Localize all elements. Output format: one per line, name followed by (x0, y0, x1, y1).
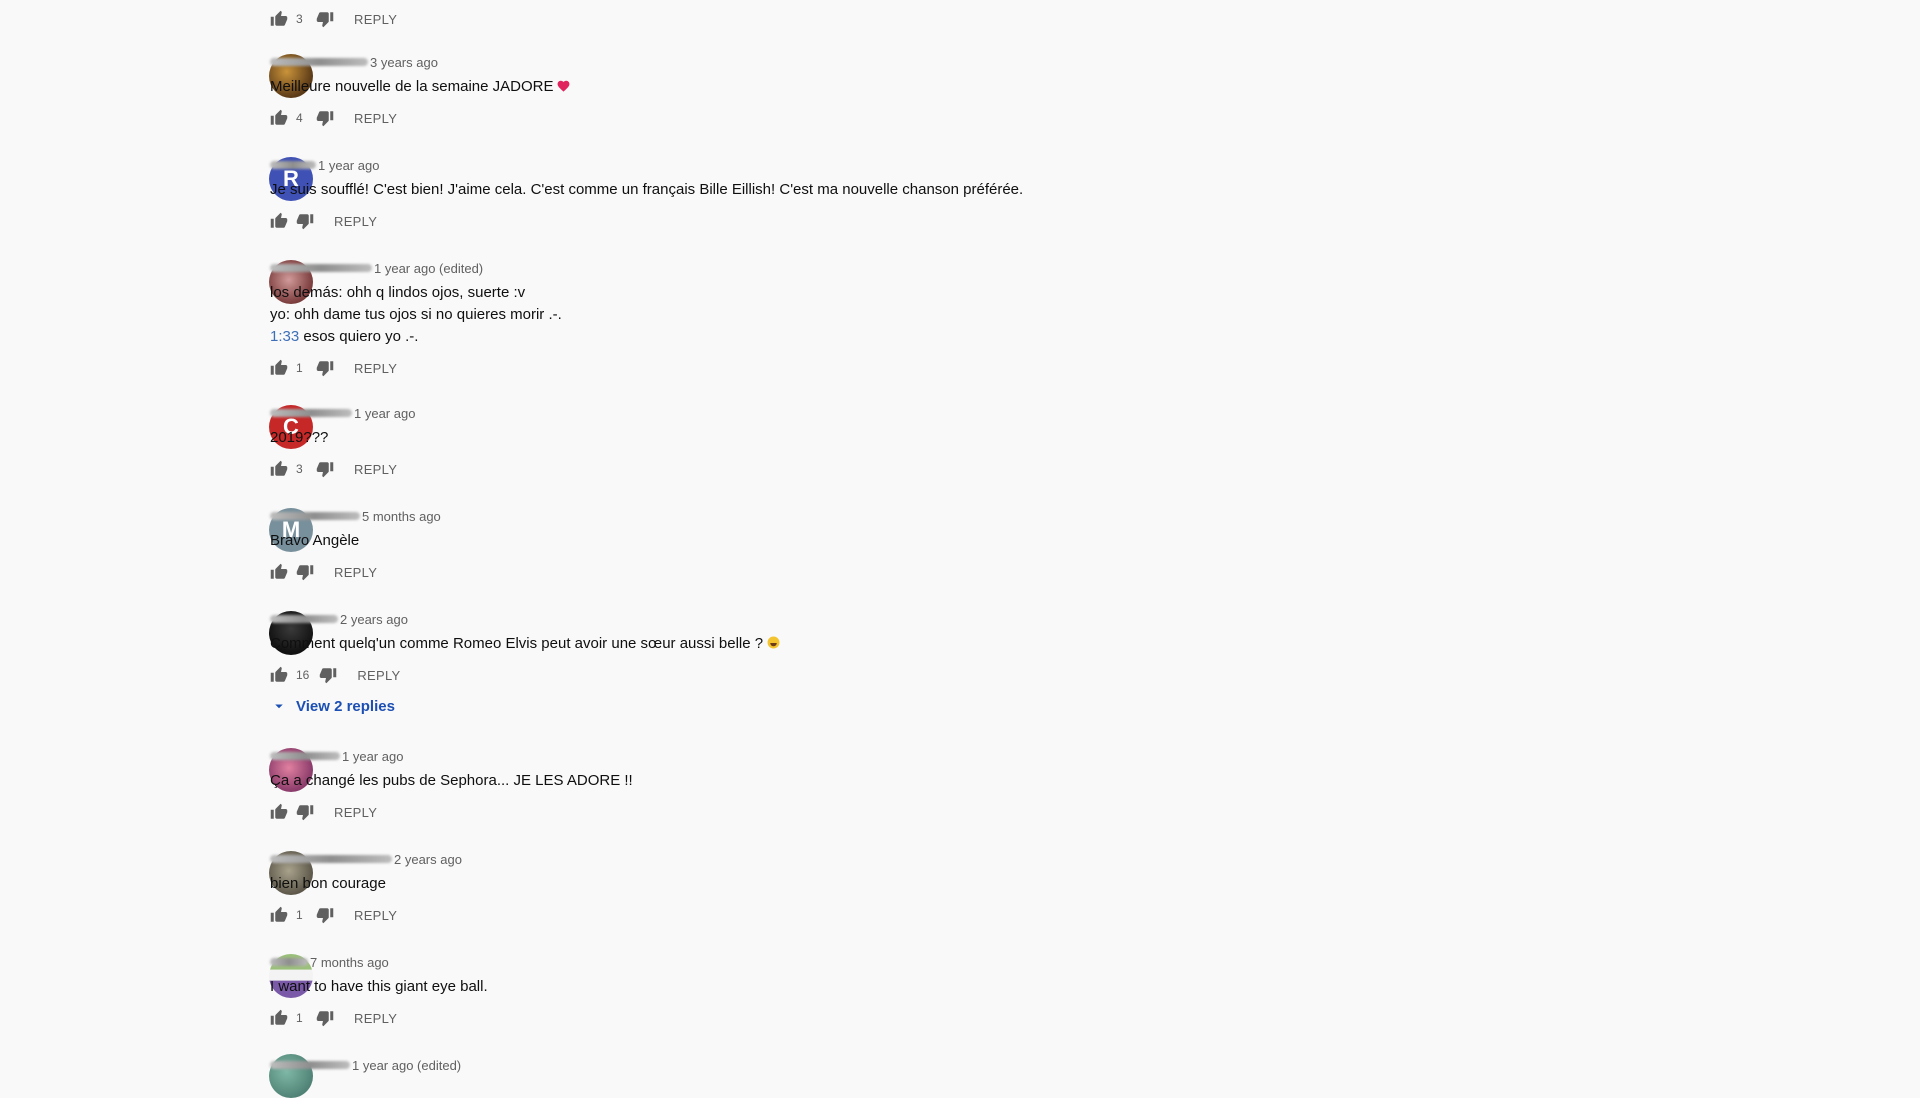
thumb-down-icon[interactable] (319, 666, 337, 684)
comment-actions: 4 REPLY (270, 104, 1490, 132)
thumb-up-icon[interactable] (270, 359, 288, 377)
comment-meta: 2 years ago (270, 849, 1490, 869)
thumb-up-icon[interactable] (270, 803, 288, 821)
author-name[interactable] (270, 1061, 350, 1069)
reply-button[interactable]: REPLY (334, 214, 377, 229)
like-count: 1 (296, 361, 303, 375)
comment-time[interactable]: 7 months ago (310, 955, 389, 970)
reply-button[interactable]: REPLY (354, 361, 397, 376)
author-name[interactable] (270, 615, 338, 623)
thumb-up-icon[interactable] (270, 666, 288, 684)
comment-actions: 1 REPLY (270, 354, 1490, 382)
comment-meta: 2 years ago (270, 609, 1490, 629)
thumb-up-icon[interactable] (270, 1009, 288, 1027)
comment-text: 2019??? (270, 429, 329, 446)
like-count: 1 (296, 1011, 303, 1025)
author-name[interactable] (270, 161, 316, 169)
comment-actions: 1 REPLY (270, 1004, 1490, 1032)
thumb-down-icon[interactable] (296, 563, 314, 581)
comment-meta: 1 year ago (edited) (270, 258, 1490, 278)
caret-down-icon (270, 697, 288, 715)
thumb-up-icon[interactable] (270, 460, 288, 478)
thumb-up-icon[interactable] (270, 10, 288, 28)
comment-time[interactable]: 5 months ago (362, 509, 441, 524)
comment-meta: 3 years ago (270, 52, 1490, 72)
comment-time[interactable]: 2 years ago (394, 852, 462, 867)
comment-text: Bravo Angèle (270, 532, 360, 549)
reply-button[interactable]: REPLY (354, 1011, 397, 1026)
comment-time[interactable]: 1 year ago (318, 158, 379, 173)
reply-button[interactable]: REPLY (334, 805, 377, 820)
timestamp-link[interactable]: 1:33 (270, 328, 299, 345)
reply-button[interactable]: REPLY (354, 111, 397, 126)
thumb-down-icon[interactable] (316, 460, 334, 478)
author-name[interactable] (270, 409, 352, 417)
comment-meta: 1 year ago (edited) (270, 1055, 1490, 1075)
author-name[interactable] (270, 752, 340, 760)
reply-button[interactable]: REPLY (357, 668, 400, 683)
comment-meta: 1 year ago (270, 403, 1490, 423)
reply-button[interactable]: REPLY (354, 12, 397, 27)
like-count: 3 (296, 12, 303, 26)
comment-text: bien bon courage (270, 875, 386, 892)
comment-time[interactable]: 1 year ago (edited) (374, 261, 483, 276)
author-name[interactable] (270, 58, 368, 66)
comment-actions: REPLY (270, 558, 1490, 586)
thumb-up-icon[interactable] (270, 109, 288, 127)
thumb-down-icon[interactable] (316, 109, 334, 127)
comment-time[interactable]: 2 years ago (340, 612, 408, 627)
thumb-down-icon[interactable] (296, 212, 314, 230)
comment-text: I want to have this giant eye ball. (270, 978, 488, 995)
reply-button[interactable]: REPLY (354, 908, 397, 923)
like-count: 16 (296, 668, 310, 682)
like-count: 1 (296, 908, 303, 922)
thumb-down-icon[interactable] (296, 803, 314, 821)
comment-meta: 1 year ago (270, 155, 1490, 175)
like-count: 4 (296, 111, 303, 125)
thumb-down-icon[interactable] (316, 359, 334, 377)
like-count: 3 (296, 462, 303, 476)
comment-text: Ça a changé les pubs de Sephora... JE LE… (270, 772, 633, 789)
reply-button[interactable]: REPLY (354, 462, 397, 477)
author-name[interactable] (270, 958, 308, 966)
view-replies-button[interactable]: View 2 replies (270, 693, 1490, 719)
thumb-down-icon[interactable] (316, 906, 334, 924)
comment-actions: REPLY (270, 207, 1490, 235)
thumb-up-icon[interactable] (270, 212, 288, 230)
thumb-down-icon[interactable] (316, 1009, 334, 1027)
reply-button[interactable]: REPLY (334, 565, 377, 580)
author-name[interactable] (270, 512, 360, 520)
thumb-up-icon[interactable] (270, 563, 288, 581)
comment-time[interactable]: 1 year ago (342, 749, 403, 764)
laughing-emoji-icon (767, 636, 780, 649)
comment-actions: 3 REPLY (270, 5, 1490, 33)
comment-meta: 1 year ago (270, 746, 1490, 766)
comment-meta: 7 months ago (270, 952, 1490, 972)
comment-meta: 5 months ago (270, 506, 1490, 526)
comment-time[interactable]: 1 year ago (354, 406, 415, 421)
comment-text: Comment quelq'un comme Romeo Elvis peut … (270, 633, 1490, 655)
comment-text: Meilleure nouvelle de la semaine JADORE (270, 76, 1490, 98)
comment-text: Je suis soufflé! C'est bien! J'aime cela… (270, 181, 1024, 198)
comment-actions: 16 REPLY (270, 661, 1490, 689)
comment-actions: 1 REPLY (270, 901, 1490, 929)
thumb-down-icon[interactable] (316, 10, 334, 28)
comment-actions: REPLY (270, 798, 1490, 826)
comment-time[interactable]: 3 years ago (370, 55, 438, 70)
comment-list: 3 REPLY 3 years ago Meilleure nouvelle d… (0, 0, 1920, 1098)
comment-actions: 3 REPLY (270, 455, 1490, 483)
author-name[interactable] (270, 855, 392, 863)
comment-time[interactable]: 1 year ago (edited) (352, 1058, 461, 1073)
heart-icon (558, 80, 570, 92)
author-name[interactable] (270, 264, 372, 272)
view-replies-label: View 2 replies (296, 697, 395, 715)
thumb-up-icon[interactable] (270, 906, 288, 924)
comment-text: los demás: ohh q lindos ojos, suerte :v y… (270, 284, 562, 345)
